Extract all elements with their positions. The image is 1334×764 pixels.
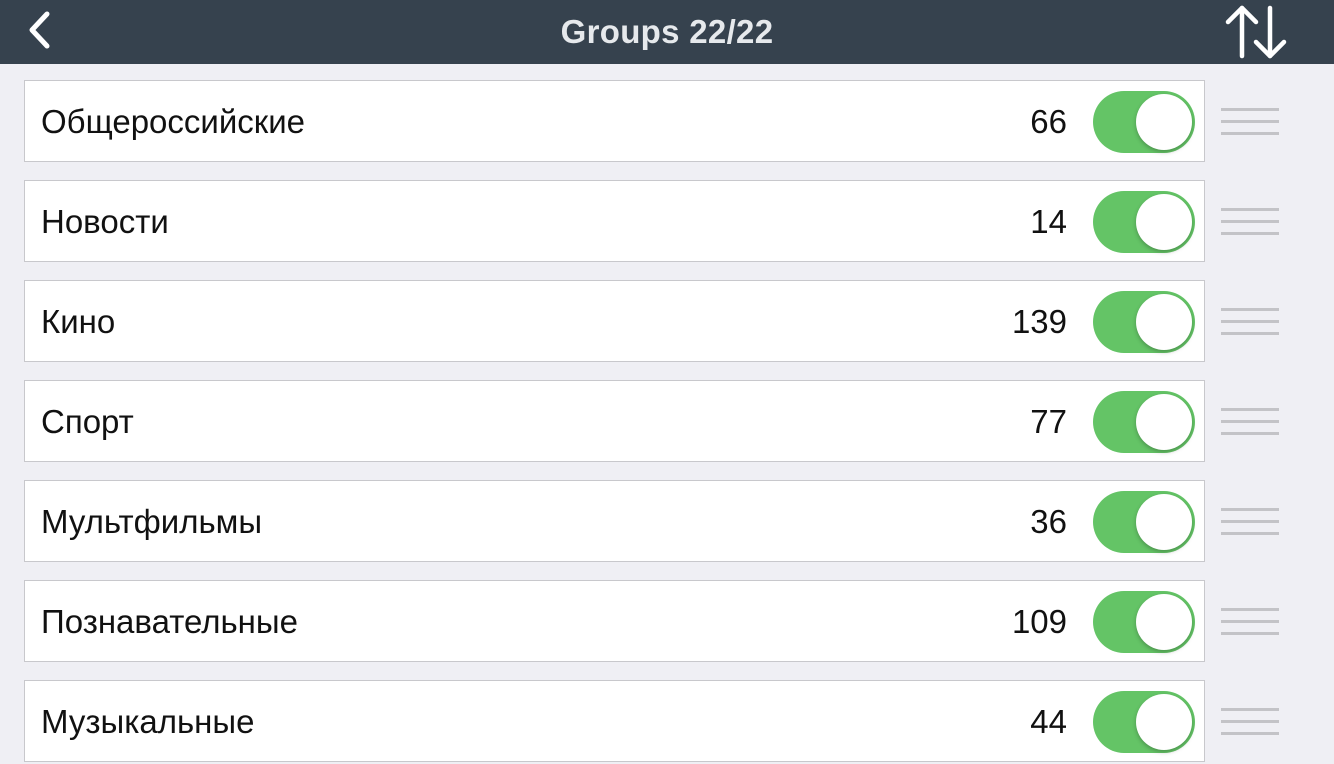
group-name: Общероссийские [41,103,305,140]
group-channel-count: 44 [1030,703,1067,740]
group-card[interactable]: Новости 14 [24,180,1205,262]
handle-line [1221,332,1279,335]
toggle-knob [1136,394,1192,450]
group-card[interactable]: Спорт 77 [24,380,1205,462]
toggle-knob [1136,694,1192,750]
group-row: Общероссийские 66 [0,64,1334,164]
handle-line [1221,520,1279,523]
handle-line [1221,132,1279,135]
group-channel-count: 14 [1030,203,1067,240]
toggle-knob [1136,194,1192,250]
group-card[interactable]: Кино 139 [24,280,1205,362]
handle-line [1221,508,1279,511]
group-channel-count: 77 [1030,403,1067,440]
handle-line [1221,432,1279,435]
page-title: Groups 22/22 [560,13,774,50]
group-name: Познавательные [41,603,298,640]
drag-handle-icon[interactable] [1214,399,1286,445]
group-toggle[interactable] [1093,291,1195,353]
handle-line [1221,732,1279,735]
group-name: Новости [41,203,169,240]
group-channel-count: 109 [1011,603,1067,640]
group-row: Познавательные 109 [0,564,1334,664]
navigation-bar: Groups 22/22 [0,0,1334,64]
drag-handle-icon[interactable] [1214,299,1286,345]
group-channel-count: 139 [1011,303,1067,340]
handle-line [1221,620,1279,623]
handle-line [1221,208,1279,211]
handle-line [1221,708,1279,711]
handle-line [1221,108,1279,111]
handle-line [1221,308,1279,311]
handle-line [1221,720,1279,723]
group-name: Кино [41,303,116,340]
toggle-knob [1136,594,1192,650]
group-toggle[interactable] [1093,391,1195,453]
group-channel-count: 36 [1030,503,1067,540]
group-toggle[interactable] [1093,691,1195,753]
handle-line [1221,120,1279,123]
handle-line [1221,408,1279,411]
group-name: Музыкальные [41,703,255,740]
group-card[interactable]: Познавательные 109 [24,580,1205,662]
group-row: Новости 14 [0,164,1334,264]
toggle-knob [1136,94,1192,150]
toggle-knob [1136,494,1192,550]
handle-line [1221,632,1279,635]
drag-handle-icon[interactable] [1214,699,1286,745]
group-card[interactable]: Общероссийские 66 [24,80,1205,162]
group-toggle[interactable] [1093,191,1195,253]
group-row: Музыкальные 44 [0,664,1334,764]
group-name: Спорт [41,403,134,440]
groups-list: Общероссийские 66 Новости 14 Кино 139 Сп… [0,64,1334,764]
drag-handle-icon[interactable] [1214,99,1286,145]
group-toggle[interactable] [1093,491,1195,553]
toggle-knob [1136,294,1192,350]
handle-line [1221,608,1279,611]
drag-handle-icon[interactable] [1214,199,1286,245]
drag-handle-icon[interactable] [1214,599,1286,645]
group-row: Мультфильмы 36 [0,464,1334,564]
group-card[interactable]: Мультфильмы 36 [24,480,1205,562]
handle-line [1221,232,1279,235]
drag-handle-icon[interactable] [1214,499,1286,545]
group-row: Спорт 77 [0,364,1334,464]
group-channel-count: 66 [1030,103,1067,140]
group-toggle[interactable] [1093,591,1195,653]
sort-arrows-icon [1225,5,1287,59]
handle-line [1221,532,1279,535]
sort-button[interactable] [1218,2,1294,62]
group-row: Кино 139 [0,264,1334,364]
group-name: Мультфильмы [41,503,263,540]
handle-line [1221,220,1279,223]
handle-line [1221,320,1279,323]
group-toggle[interactable] [1093,91,1195,153]
handle-line [1221,420,1279,423]
